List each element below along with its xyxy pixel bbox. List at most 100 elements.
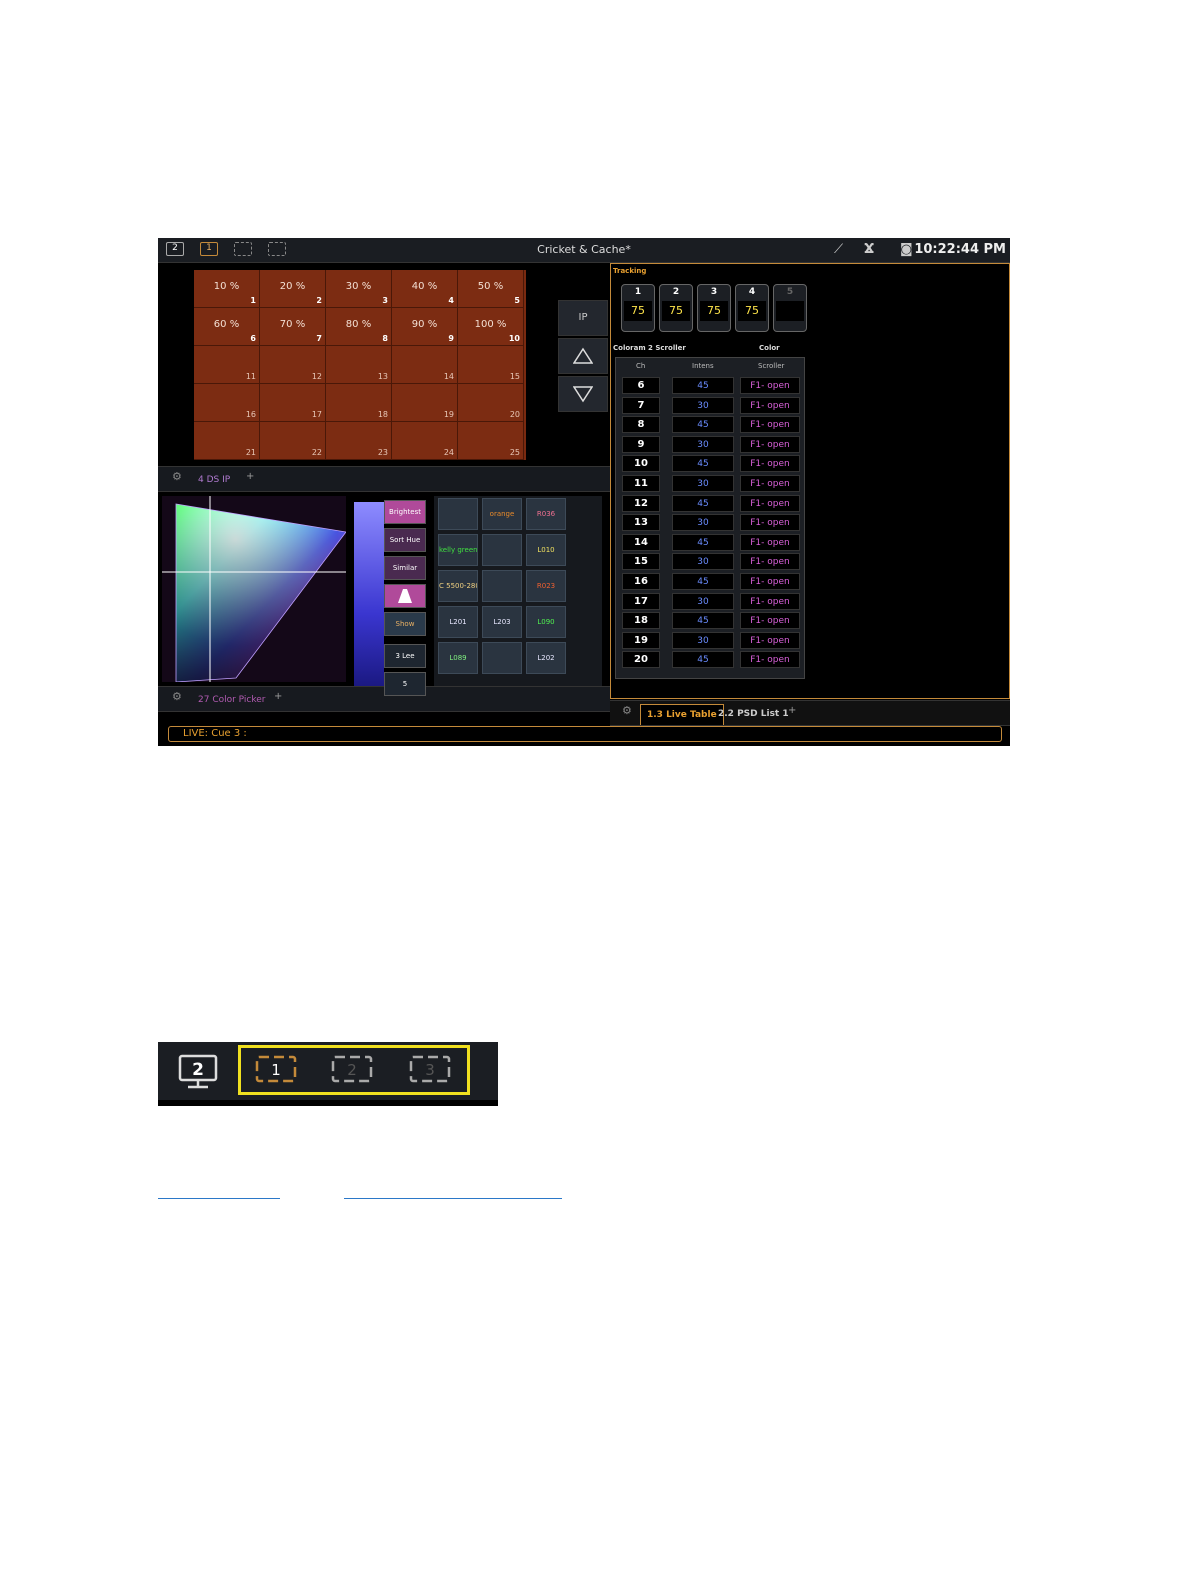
filter-button[interactable]: Brightest bbox=[384, 500, 426, 524]
magic-sheet-cell[interactable]: 20 % 2 bbox=[260, 270, 326, 308]
table-row[interactable]: 7 30 F1- open bbox=[616, 396, 806, 415]
magic-sheet-cell[interactable]: 16 bbox=[194, 384, 260, 422]
gel-swatch[interactable] bbox=[482, 570, 522, 602]
table-row[interactable]: 17 30 F1- open bbox=[616, 592, 806, 611]
table-row[interactable]: 16 45 F1- open bbox=[616, 572, 806, 591]
tab-magic-sheet[interactable]: 4 DS IP bbox=[192, 470, 236, 490]
gel-swatch[interactable]: L090 bbox=[526, 606, 566, 638]
magic-sheet-cell[interactable]: 60 % 6 bbox=[194, 308, 260, 346]
magic-sheet-cell[interactable]: 50 % 5 bbox=[458, 270, 524, 308]
camera-icon[interactable]: ◙ bbox=[900, 242, 913, 257]
table-row[interactable]: 13 30 F1- open bbox=[616, 513, 806, 532]
brightness-slider[interactable] bbox=[354, 502, 384, 688]
table-row[interactable]: 10 45 F1- open bbox=[616, 454, 806, 473]
tracking-channel-level bbox=[776, 301, 804, 321]
add-tab-icon[interactable]: + bbox=[246, 471, 254, 482]
gel-swatch[interactable] bbox=[482, 642, 522, 674]
filter-button[interactable]: Similar bbox=[384, 556, 426, 580]
tab-color-picker[interactable]: 27 Color Picker bbox=[192, 690, 271, 710]
cell-label: 10 % bbox=[213, 281, 240, 292]
magic-sheet-cell[interactable]: 23 bbox=[326, 422, 392, 460]
gear-icon[interactable]: ⚙ bbox=[172, 470, 182, 483]
intensity-cell: 30 bbox=[672, 592, 734, 610]
magic-sheet-cell[interactable]: 19 bbox=[392, 384, 458, 422]
table-row[interactable]: 11 30 F1- open bbox=[616, 474, 806, 493]
tracking-channel[interactable]: 4 75 bbox=[735, 284, 769, 332]
gel-swatch[interactable]: L203 bbox=[482, 606, 522, 638]
magic-sheet-cell[interactable]: 15 bbox=[458, 346, 524, 384]
lamp-filter-button[interactable] bbox=[384, 584, 426, 608]
add-tab-icon[interactable]: + bbox=[788, 705, 796, 716]
add-tab-icon[interactable]: + bbox=[274, 691, 282, 702]
tracking-channel[interactable]: 3 75 bbox=[697, 284, 731, 332]
gel-swatch[interactable]: C 5500-2800 bbox=[438, 570, 478, 602]
magic-sheet-cell[interactable]: 12 bbox=[260, 346, 326, 384]
gel-swatch[interactable]: kelly green bbox=[438, 534, 478, 566]
cell-number: 21 bbox=[245, 448, 256, 457]
scroller-cell: F1- open bbox=[740, 533, 800, 551]
show-title: Cricket & Cache* bbox=[537, 243, 631, 256]
cell-number: 7 bbox=[316, 334, 322, 343]
down-arrow-button[interactable] bbox=[558, 376, 608, 412]
wand-icon[interactable]: ⟋ bbox=[834, 242, 843, 257]
scroller-cell: F1- open bbox=[740, 455, 800, 473]
magic-sheet-cell[interactable]: 13 bbox=[326, 346, 392, 384]
filter-button[interactable]: 5 bbox=[384, 672, 426, 696]
table-row[interactable]: 19 30 F1- open bbox=[616, 631, 806, 650]
magic-sheet-cell[interactable]: 70 % 7 bbox=[260, 308, 326, 346]
magic-sheet-cell[interactable]: 17 bbox=[260, 384, 326, 422]
gel-swatch[interactable]: orange bbox=[482, 498, 522, 530]
channel-cell: 9 bbox=[622, 435, 660, 453]
gel-swatch[interactable]: L201 bbox=[438, 606, 478, 638]
magic-sheet-cell[interactable]: 18 bbox=[326, 384, 392, 422]
channel-cell: 8 bbox=[622, 416, 660, 434]
up-arrow-button[interactable] bbox=[558, 338, 608, 374]
ip-button[interactable]: IP bbox=[558, 300, 608, 336]
gel-swatch[interactable]: R036 bbox=[526, 498, 566, 530]
intensity-cell: 30 bbox=[672, 396, 734, 414]
table-row[interactable]: 14 45 F1- open bbox=[616, 533, 806, 552]
hyperlink-underline[interactable] bbox=[344, 1198, 562, 1199]
table-row[interactable]: 18 45 F1- open bbox=[616, 611, 806, 630]
magic-sheet-cell[interactable]: 90 % 9 bbox=[392, 308, 458, 346]
filter-button[interactable]: Sort Hue bbox=[384, 528, 426, 552]
table-row[interactable]: 9 30 F1- open bbox=[616, 435, 806, 454]
magic-sheet-cell[interactable]: 10 % 1 bbox=[194, 270, 260, 308]
magic-sheet-cell[interactable]: 25 bbox=[458, 422, 524, 460]
table-row[interactable]: 12 45 F1- open bbox=[616, 494, 806, 513]
magic-sheet-cell[interactable]: 14 bbox=[392, 346, 458, 384]
command-line[interactable]: LIVE: Cue 3 : bbox=[168, 726, 1002, 742]
magic-sheet-cell[interactable]: 40 % 4 bbox=[392, 270, 458, 308]
tracking-channel[interactable]: 1 75 bbox=[621, 284, 655, 332]
gel-swatch[interactable]: L089 bbox=[438, 642, 478, 674]
magic-sheet-cell[interactable]: 21 bbox=[194, 422, 260, 460]
scroller-cell: F1- open bbox=[740, 631, 800, 649]
magic-sheet-cell[interactable]: 11 bbox=[194, 346, 260, 384]
gear-icon[interactable]: ⚙ bbox=[172, 690, 182, 703]
table-row[interactable]: 20 45 F1- open bbox=[616, 650, 806, 669]
logo-icon[interactable]: Ϫ bbox=[864, 242, 874, 257]
magic-sheet-cell[interactable]: 20 bbox=[458, 384, 524, 422]
gel-swatch[interactable] bbox=[482, 534, 522, 566]
color-gamut-picker[interactable] bbox=[162, 496, 346, 682]
tab-psd-list[interactable]: 2.2 PSD List 1 bbox=[712, 704, 795, 724]
table-row[interactable]: 8 45 F1- open bbox=[616, 415, 806, 434]
monitor-icon[interactable]: 2 bbox=[178, 1054, 218, 1090]
magic-sheet-cell[interactable]: 80 % 8 bbox=[326, 308, 392, 346]
magic-sheet-cell[interactable]: 30 % 3 bbox=[326, 270, 392, 308]
gear-icon[interactable]: ⚙ bbox=[622, 704, 632, 717]
magic-sheet-cell[interactable]: 100 % 10 bbox=[458, 308, 524, 346]
filter-button[interactable]: Show bbox=[384, 612, 426, 636]
table-row[interactable]: 6 45 F1- open bbox=[616, 376, 806, 395]
magic-sheet-cell[interactable]: 22 bbox=[260, 422, 326, 460]
tracking-channel[interactable]: 5 bbox=[773, 284, 807, 332]
tracking-channel[interactable]: 2 75 bbox=[659, 284, 693, 332]
table-row[interactable]: 15 30 F1- open bbox=[616, 552, 806, 571]
gel-swatch[interactable]: L010 bbox=[526, 534, 566, 566]
gel-swatch[interactable]: L202 bbox=[526, 642, 566, 674]
gel-swatch[interactable] bbox=[438, 498, 478, 530]
magic-sheet-cell[interactable]: 24 bbox=[392, 422, 458, 460]
filter-button[interactable]: 3 Lee bbox=[384, 644, 426, 668]
hyperlink-underline[interactable] bbox=[158, 1198, 280, 1199]
gel-swatch[interactable]: R023 bbox=[526, 570, 566, 602]
